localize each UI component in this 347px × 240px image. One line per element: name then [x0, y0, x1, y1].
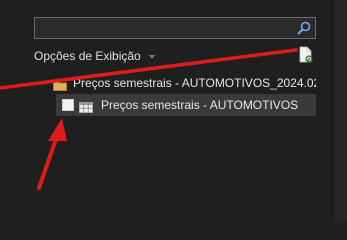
display-options-dropdown[interactable]: Opções de Exibição — [34, 48, 155, 64]
chevron-down-icon — [148, 54, 155, 59]
search-icon[interactable] — [296, 20, 312, 36]
table-icon — [79, 100, 93, 113]
tree-item-table[interactable]: Preços semestrais - AUTOMOTIVOS — [56, 94, 316, 116]
tree-item-table-label: Preços semestrais - AUTOMOTIVOS — [101, 98, 299, 112]
navigator-pane: Opções de Exibição Preços semestrais - A… — [0, 0, 347, 221]
annotation-arrow-up — [37, 137, 58, 190]
folder-icon — [53, 78, 67, 91]
pane-edge — [332, 0, 347, 221]
table-checkbox[interactable] — [62, 99, 74, 111]
search-input[interactable] — [35, 18, 307, 38]
navigator-tree: Preços semestrais - AUTOMOTIVOS_2024.02.… — [34, 72, 316, 116]
search-box[interactable] — [34, 17, 316, 39]
refresh-document-icon[interactable] — [298, 46, 314, 64]
expand-arrow-icon[interactable] — [42, 81, 48, 85]
tree-item-file[interactable]: Preços semestrais - AUTOMOTIVOS_2024.02.… — [34, 72, 316, 94]
display-options-label: Opções de Exibição — [34, 49, 141, 63]
annotation-arrowhead — [48, 118, 67, 141]
tree-item-file-label: Preços semestrais - AUTOMOTIVOS_2024.02.… — [73, 76, 316, 90]
